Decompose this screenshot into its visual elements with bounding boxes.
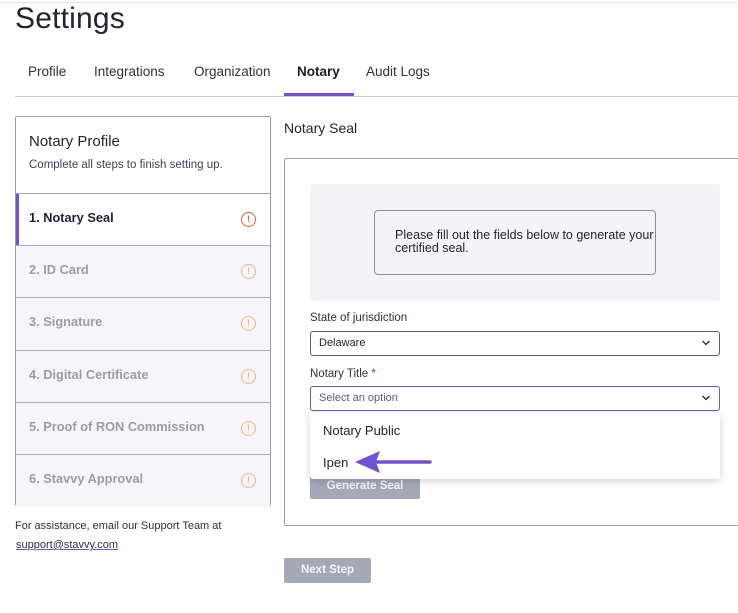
step-id-card[interactable]: 2. ID Card ! bbox=[16, 246, 270, 299]
notary-profile-panel: Notary Profile Complete all steps to fin… bbox=[15, 116, 271, 508]
chevron-down-icon bbox=[702, 340, 710, 346]
state-select-value: Delaware bbox=[319, 337, 366, 349]
step-label: 1. Notary Seal bbox=[29, 210, 114, 225]
step-label: 3. Signature bbox=[29, 314, 103, 330]
tab-organization[interactable]: Organization bbox=[194, 52, 271, 97]
warning-icon: ! bbox=[241, 472, 256, 488]
step-label: 5. Proof of RON Commission bbox=[29, 418, 205, 434]
warning-icon: ! bbox=[241, 212, 256, 227]
next-step-button[interactable]: Next Step bbox=[284, 558, 371, 583]
active-tab-indicator bbox=[284, 93, 354, 96]
step-label: 2. ID Card bbox=[29, 262, 89, 278]
step-digital-certificate[interactable]: 4. Digital Certificate ! bbox=[16, 350, 270, 403]
step-label: 4. Digital Certificate bbox=[29, 366, 149, 382]
warning-icon: ! bbox=[241, 264, 256, 280]
settings-tabs: Profile Integrations Organization Notary… bbox=[15, 52, 738, 97]
step-proof-of-ron-commission[interactable]: 5. Proof of RON Commission ! bbox=[16, 402, 270, 455]
section-title: Notary Seal bbox=[284, 120, 358, 136]
notary-title-placeholder: Select an option bbox=[319, 392, 398, 404]
option-notary-public[interactable]: Notary Public bbox=[323, 423, 400, 438]
required-marker: * bbox=[371, 368, 376, 380]
step-stavvy-approval[interactable]: 6. Stavvy Approval ! bbox=[16, 454, 270, 508]
warning-icon: ! bbox=[241, 368, 256, 384]
state-label: State of jurisdiction bbox=[310, 312, 408, 324]
option-ipen[interactable]: Ipen bbox=[323, 455, 348, 470]
notary-title-label: Notary Title * bbox=[310, 368, 376, 380]
tab-notary[interactable]: Notary bbox=[297, 52, 340, 97]
tab-audit-logs[interactable]: Audit Logs bbox=[366, 52, 430, 97]
tab-profile[interactable]: Profile bbox=[28, 52, 66, 97]
notary-profile-title: Notary Profile bbox=[29, 133, 120, 150]
state-select[interactable]: Delaware bbox=[310, 331, 720, 356]
assistance-text: For assistance, email our Support Team a… bbox=[15, 520, 222, 532]
step-signature[interactable]: 3. Signature ! bbox=[16, 298, 270, 351]
notary-profile-subtitle: Complete all steps to finish setting up. bbox=[29, 159, 223, 171]
notary-profile-header: Notary Profile Complete all steps to fin… bbox=[16, 117, 270, 194]
notary-title-select[interactable]: Select an option bbox=[310, 386, 720, 411]
chevron-down-icon bbox=[702, 395, 710, 401]
step-label: 6. Stavvy Approval bbox=[29, 470, 144, 486]
notary-title-label-text: Notary Title bbox=[310, 368, 369, 380]
warning-icon: ! bbox=[241, 316, 256, 332]
seal-preview-message: Please fill out the fields below to gene… bbox=[374, 210, 656, 275]
page-title: Settings bbox=[15, 2, 125, 35]
tab-integrations[interactable]: Integrations bbox=[94, 52, 165, 97]
arrow-left-icon bbox=[355, 451, 432, 473]
support-email-link[interactable]: support@stavvy.com bbox=[16, 539, 118, 551]
step-notary-seal[interactable]: 1. Notary Seal ! bbox=[16, 194, 270, 247]
warning-icon: ! bbox=[241, 420, 256, 436]
